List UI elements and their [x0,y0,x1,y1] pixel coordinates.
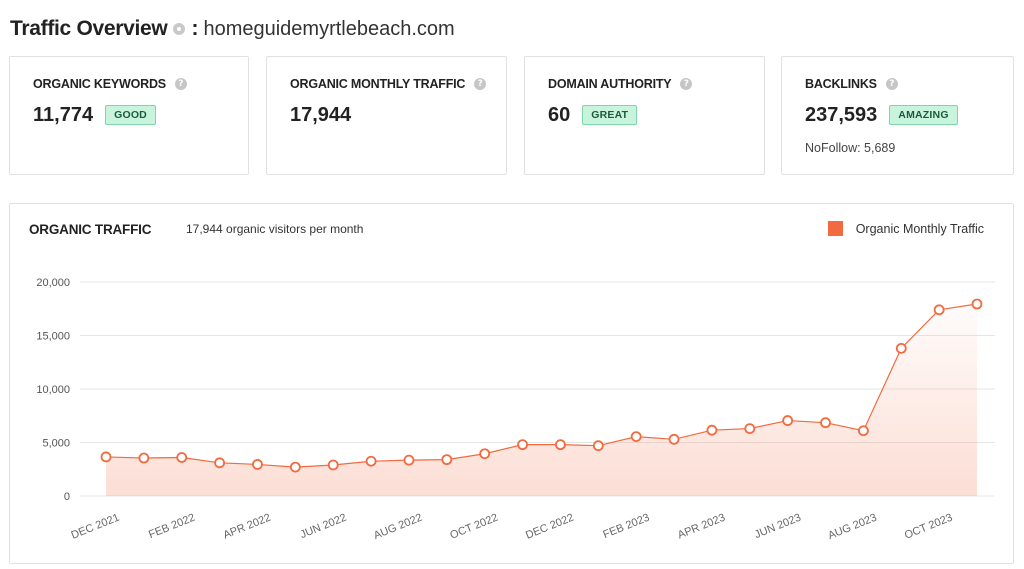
data-point [668,433,680,445]
organic-traffic-chart: ORGANIC TRAFFIC 17,944 organic visitors … [9,203,1014,564]
x-tick-label: AUG 2023 [826,512,878,542]
info-icon[interactable] [173,23,186,35]
data-point [252,459,263,470]
y-tick-label: 15,000 [36,331,70,343]
x-tick-label: JUN 2022 [298,512,348,541]
card-label: ORGANIC KEYWORDS [33,77,166,91]
domain-name: homeguidemyrtlebeach.com [203,17,455,40]
data-point [365,455,377,467]
card-backlinks: BACKLINKS ? 237,593 AMAZING NoFollow: 5,… [781,56,1014,175]
data-point [857,425,869,437]
card-organic-keywords: ORGANIC KEYWORDS ? 11,774 GOOD [9,56,249,175]
data-point [820,417,831,429]
card-label: BACKLINKS [805,77,877,91]
data-point [327,459,339,471]
card-label: DOMAIN AUTHORITY [548,77,672,91]
card-value: 60 [548,103,571,126]
card-label: ORGANIC MONTHLY TRAFFIC [290,77,466,91]
page-header: Traffic Overview : homeguidemyrtlebeach.… [10,14,455,44]
data-point [895,342,907,354]
data-point [289,461,301,473]
x-tick-label: FEB 2022 [147,512,197,541]
data-point [744,423,756,434]
status-badge: GOOD [105,105,156,125]
chart-plot-area: 0 5,000 10,000 15,000 20,000 DEC 2021 FEB 2022… [36,277,995,542]
x-tick-label: JUN 2023 [753,512,803,541]
card-value: 17,944 [290,103,352,126]
card-value: 11,774 [33,103,94,126]
y-tick-label: 20,000 [36,277,70,289]
x-tick-label: APR 2023 [676,512,727,542]
x-tick-label: DEC 2022 [524,512,576,542]
y-tick-label: 10,000 [36,384,70,396]
data-point [479,448,491,460]
data-point [933,304,945,316]
x-tick-label: DEC 2021 [70,512,122,542]
x-tick-label: OCT 2022 [448,512,499,542]
data-point [441,454,453,466]
data-point [403,454,415,466]
series-area [106,303,977,496]
page-title: Traffic Overview [10,17,168,40]
data-point [517,439,528,451]
x-tick-label: OCT 2023 [903,512,954,542]
nofollow-count: NoFollow: 5,689 [805,141,896,155]
data-point [555,439,566,451]
help-icon[interactable]: ? [885,78,898,90]
data-point [706,424,718,436]
status-badge: AMAZING [889,105,958,125]
y-tick-label: 5,000 [42,438,70,450]
data-point [592,440,604,452]
status-badge: GREAT [582,105,638,125]
data-point [971,298,983,310]
y-tick-label: 0 [64,491,70,503]
data-point [138,452,150,464]
data-point [100,451,112,463]
data-point [782,415,794,426]
x-tick-label: FEB 2023 [601,512,651,541]
help-icon[interactable]: ? [174,78,187,90]
x-tick-label: AUG 2022 [372,512,424,542]
card-value: 237,593 [805,103,878,126]
x-tick-label: APR 2022 [222,512,273,542]
help-icon[interactable]: ? [680,78,693,90]
data-point [214,457,226,469]
title-separator: : [191,17,199,40]
help-icon[interactable]: ? [474,78,487,90]
card-domain-authority: DOMAIN AUTHORITY ? 60 GREAT [524,56,765,175]
card-organic-monthly-traffic: ORGANIC MONTHLY TRAFFIC ? 17,944 [266,56,507,175]
data-point [630,431,642,443]
data-point [176,452,188,463]
